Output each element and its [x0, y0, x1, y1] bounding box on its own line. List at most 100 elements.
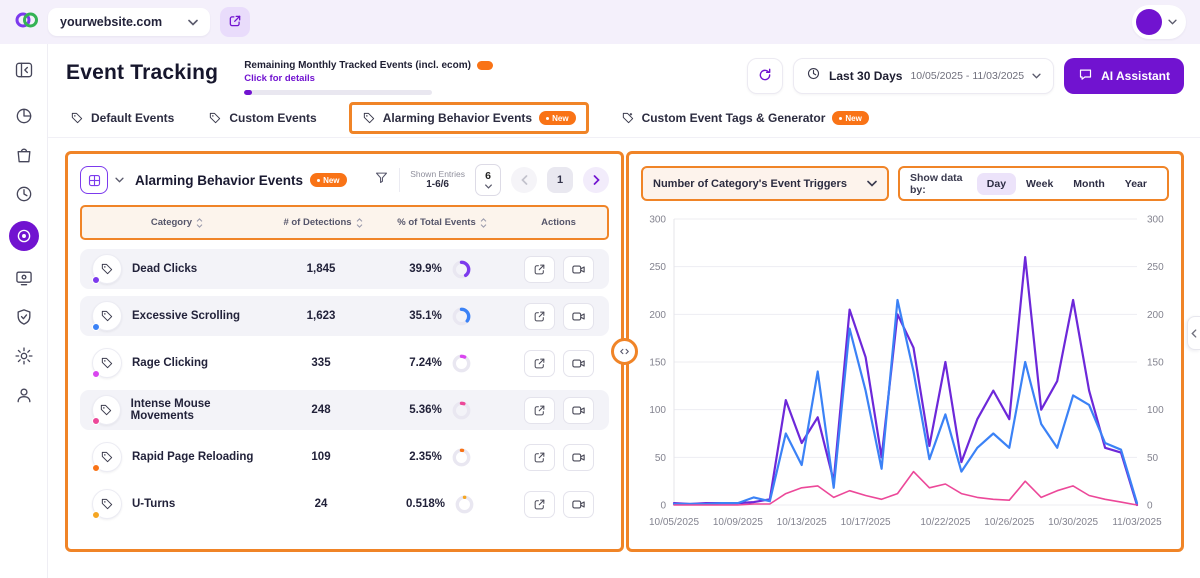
category-name: Rapid Page Reloading [132, 451, 253, 463]
chevron-down-icon[interactable] [115, 177, 124, 183]
table-row: Dead Clicks1,84539.9% [80, 249, 609, 289]
category-name: U-Turns [132, 498, 175, 510]
percent-donut [452, 307, 471, 326]
new-badge: New [539, 111, 575, 125]
sort-icon [196, 218, 203, 228]
view-session-recordings-button[interactable] [563, 397, 594, 424]
tab-custom-event-tags-generator[interactable]: Custom Event Tags & Generator New [621, 111, 869, 125]
events-line-chart: 00505010010015015020020025025030030010/0… [632, 209, 1177, 545]
site-selector[interactable]: yourwebsite.com [48, 8, 210, 36]
refresh-button[interactable] [747, 58, 783, 94]
svg-text:150: 150 [1147, 358, 1164, 369]
new-badge: New [310, 173, 346, 187]
tab-alarming-behavior-events[interactable]: Alarming Behavior Events New [362, 111, 576, 125]
tab-default-events[interactable]: Default Events [70, 111, 174, 125]
external-link-icon [533, 498, 546, 511]
refresh-icon [757, 67, 773, 86]
granularity-year[interactable]: Year [1115, 173, 1157, 195]
collapse-sidebar-icon[interactable] [12, 58, 36, 82]
view-session-recordings-button[interactable] [563, 350, 594, 377]
svg-text:150: 150 [649, 358, 666, 369]
ai-assistant-button[interactable]: AI Assistant [1064, 58, 1184, 94]
page-header: Event Tracking Remaining Monthly Tracked… [48, 44, 1200, 96]
previous-page-button[interactable] [511, 167, 537, 193]
session-recordings-icon[interactable] [12, 266, 36, 290]
svg-text:10/09/2025: 10/09/2025 [713, 517, 763, 528]
settings-icon[interactable] [12, 344, 36, 368]
open-category-details-button[interactable] [524, 397, 555, 424]
view-session-recordings-button[interactable] [563, 491, 594, 518]
chevron-down-icon [485, 184, 492, 189]
table-row: Excessive Scrolling1,62335.1% [80, 296, 609, 336]
svg-text:10/05/2025: 10/05/2025 [649, 517, 699, 528]
granularity-week[interactable]: Week [1016, 173, 1063, 195]
column-header-detections[interactable]: # of Detections [272, 217, 374, 228]
metric-dropdown[interactable]: Number of Category's Event Triggers [641, 166, 889, 201]
column-header-percent[interactable]: % of Total Events [374, 217, 510, 228]
privacy-icon[interactable] [12, 305, 36, 329]
open-category-details-button[interactable] [524, 303, 555, 330]
quota-label: Remaining Monthly Tracked Events (incl. … [244, 60, 471, 71]
panel-resize-handle[interactable] [611, 338, 638, 365]
detections-count: 1,623 [270, 310, 372, 322]
svg-text:0: 0 [660, 501, 666, 512]
table-row: Intense Mouse Movements2485.36% [80, 390, 609, 430]
avatar [1136, 9, 1162, 35]
view-session-recordings-button[interactable] [563, 444, 594, 471]
open-category-details-button[interactable] [524, 350, 555, 377]
date-range-picker[interactable]: Last 30 Days 10/05/2025 - 11/03/2025 [793, 58, 1054, 94]
next-page-button[interactable] [583, 167, 609, 193]
open-category-details-button[interactable] [524, 444, 555, 471]
column-header-category[interactable]: Category [82, 217, 272, 228]
shown-entries: Shown Entries 1-6/6 [410, 169, 465, 191]
external-link-icon [533, 451, 546, 464]
expand-right-panel-toggle[interactable] [1187, 316, 1200, 350]
table-row: U-Turns240.518% [80, 484, 609, 524]
detections-count: 335 [270, 357, 372, 369]
video-camera-icon [571, 450, 586, 465]
chat-icon [1078, 67, 1093, 85]
svg-text:10/17/2025: 10/17/2025 [841, 517, 891, 528]
svg-text:10/26/2025: 10/26/2025 [984, 517, 1034, 528]
dashboard-icon[interactable] [12, 104, 36, 128]
detections-count: 109 [270, 451, 372, 463]
granularity-day[interactable]: Day [977, 173, 1016, 195]
chevron-down-icon [1168, 19, 1177, 25]
ecommerce-icon[interactable] [12, 143, 36, 167]
category-icon [92, 254, 122, 284]
open-category-details-button[interactable] [524, 491, 555, 518]
events-table-body: Dead Clicks1,84539.9% Excessive Scrolling… [68, 240, 621, 534]
content-row: Alarming Behavior Events New Shown Entri… [65, 151, 1184, 552]
ai-assistant-label: AI Assistant [1101, 69, 1170, 83]
tab-label: Default Events [91, 111, 174, 125]
site-name: yourwebsite.com [60, 15, 162, 29]
tab-custom-events[interactable]: Custom Events [208, 111, 316, 125]
quota-details-link[interactable]: Click for details [244, 73, 493, 84]
history-icon[interactable] [12, 182, 36, 206]
filter-icon[interactable] [374, 170, 389, 190]
account-icon[interactable] [12, 383, 36, 407]
page-size-select[interactable]: 6 [475, 164, 501, 196]
new-badge: New [832, 111, 868, 125]
svg-text:250: 250 [1147, 262, 1164, 273]
tag-icon [208, 111, 222, 125]
user-menu[interactable] [1132, 5, 1186, 39]
events-tabs: Default Events Custom Events Alarming Be… [48, 96, 1200, 138]
table-row: Rapid Page Reloading1092.35% [80, 437, 609, 477]
open-category-details-button[interactable] [524, 256, 555, 283]
granularity-month[interactable]: Month [1063, 173, 1115, 195]
open-site-button[interactable] [220, 7, 250, 37]
event-tracking-icon[interactable] [9, 221, 39, 251]
view-switcher-button[interactable] [80, 166, 108, 194]
view-session-recordings-button[interactable] [563, 303, 594, 330]
current-page: 1 [547, 167, 573, 193]
topbar: yourwebsite.com [0, 0, 1200, 44]
svg-text:50: 50 [1147, 453, 1159, 464]
range-label: Last 30 Days [829, 69, 902, 83]
svg-text:50: 50 [655, 453, 667, 464]
external-link-icon [533, 310, 546, 323]
video-camera-icon [571, 497, 586, 512]
table-header-row: Category # of Detections % of Total Even… [80, 205, 609, 240]
view-session-recordings-button[interactable] [563, 256, 594, 283]
alarming-events-table-panel: Alarming Behavior Events New Shown Entri… [65, 151, 624, 552]
